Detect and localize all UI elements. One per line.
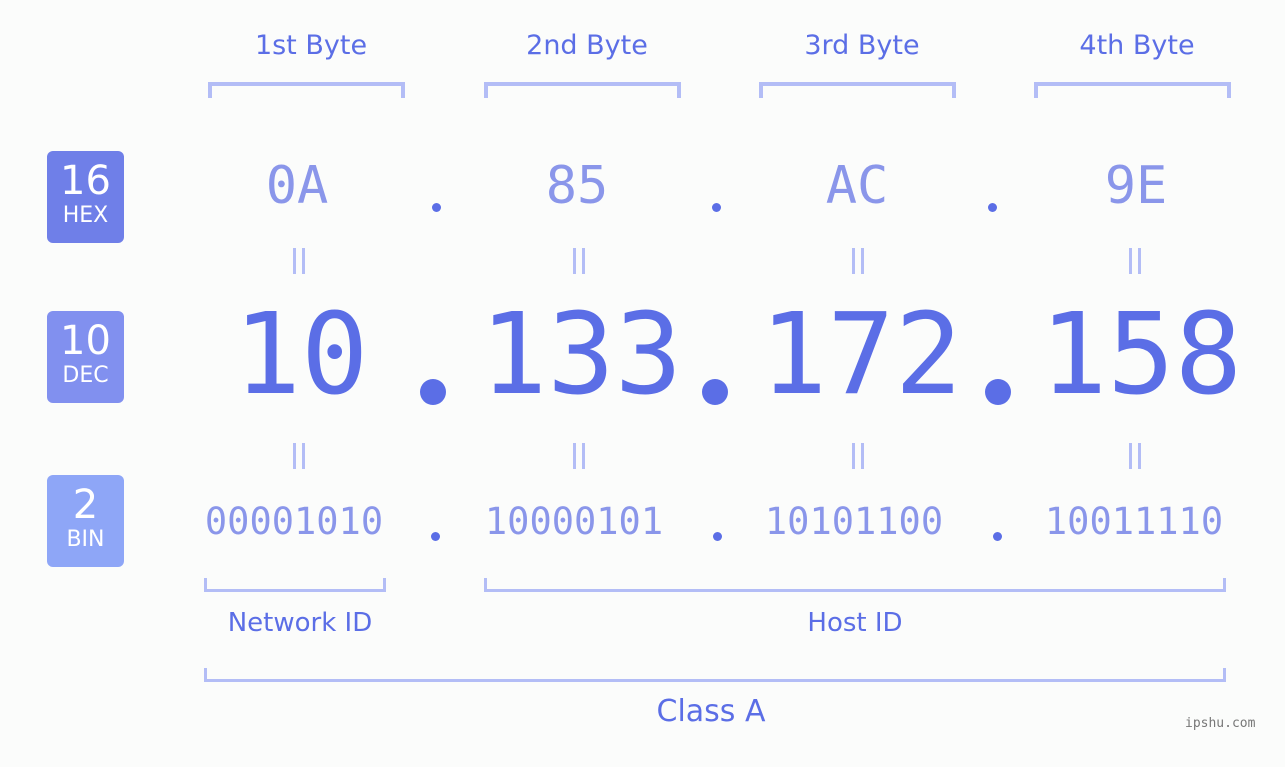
bin-base-number: 2 [72, 482, 99, 528]
hex-base-number: 16 [60, 158, 111, 204]
equals-icon [289, 248, 309, 274]
watermark: ipshu.com [1185, 716, 1256, 731]
bin-badge: 2 BIN [47, 475, 124, 567]
network-id-label: Network ID [227, 608, 373, 638]
bin-separator-dot [993, 532, 1002, 541]
byte-header-2: 2nd Byte [526, 30, 648, 61]
dec-separator-dot [985, 379, 1011, 405]
equals-icon [569, 248, 589, 274]
hex-badge: 16 HEX [47, 151, 124, 243]
dec-base-label: DEC [62, 363, 109, 388]
bin-base-label: BIN [66, 527, 105, 552]
byte-header-1: 1st Byte [254, 30, 368, 61]
hex-byte-4: 9E [1104, 156, 1168, 216]
bin-separator-dot [431, 532, 440, 541]
dec-separator-dot [702, 379, 728, 405]
equals-icon [1125, 248, 1145, 274]
equals-icon [848, 248, 868, 274]
equals-icon [289, 443, 309, 469]
host-id-bracket [484, 578, 1226, 592]
bin-byte-3: 10101100 [764, 500, 944, 543]
byte-header-4: 4th Byte [1079, 30, 1195, 61]
dec-byte-3: 172 [759, 290, 963, 420]
byte-header-3: 3rd Byte [804, 30, 920, 61]
dec-separator-dot [420, 379, 446, 405]
hex-separator-dot [712, 203, 721, 212]
hex-separator-dot [432, 203, 441, 212]
hex-byte-2: 85 [545, 156, 609, 216]
network-id-bracket [204, 578, 386, 592]
equals-icon [1125, 443, 1145, 469]
equals-icon [569, 443, 589, 469]
byte-bracket-2 [484, 82, 681, 98]
bin-byte-1: 00001010 [204, 500, 384, 543]
dec-byte-1: 10 [233, 290, 369, 420]
dec-byte-4: 158 [1039, 290, 1243, 420]
byte-bracket-1 [208, 82, 405, 98]
dec-byte-2: 133 [479, 290, 683, 420]
bin-byte-4: 10011110 [1044, 500, 1224, 543]
byte-bracket-4 [1034, 82, 1231, 98]
class-bracket [204, 668, 1226, 682]
hex-byte-3: AC [825, 156, 889, 216]
dec-base-number: 10 [60, 318, 111, 364]
hex-byte-1: 0A [265, 156, 329, 216]
bin-byte-2: 10000101 [484, 500, 664, 543]
equals-icon [848, 443, 868, 469]
bin-separator-dot [713, 532, 722, 541]
host-id-label: Host ID [807, 608, 903, 638]
byte-bracket-3 [759, 82, 956, 98]
hex-base-label: HEX [62, 203, 109, 228]
class-label: Class A [656, 694, 766, 729]
hex-separator-dot [988, 203, 997, 212]
dec-badge: 10 DEC [47, 311, 124, 403]
